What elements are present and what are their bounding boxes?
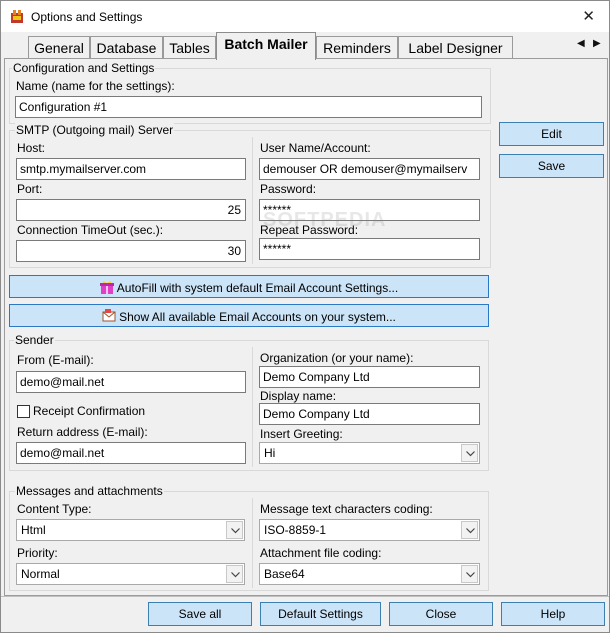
sender-group-title: Sender bbox=[14, 333, 55, 347]
return-address-label: Return address (E-mail): bbox=[17, 425, 148, 439]
smtp-column-divider bbox=[252, 137, 253, 264]
chevron-down-icon[interactable] bbox=[461, 444, 478, 462]
tab-scroll-left-icon[interactable]: ◀ bbox=[577, 38, 585, 49]
options-window: Options and Settings ✕ General Database … bbox=[0, 0, 610, 633]
show-accounts-button[interactable]: Show All available Email Accounts on you… bbox=[9, 304, 489, 327]
gift-icon bbox=[99, 281, 114, 294]
tab-bar: General Database Tables Batch Mailer Rem… bbox=[1, 32, 609, 60]
content-type-select[interactable]: Html bbox=[16, 519, 245, 541]
repeat-password-label: Repeat Password: bbox=[260, 223, 359, 237]
content-type-value: Html bbox=[21, 523, 46, 537]
text-coding-label: Message text characters coding: bbox=[260, 502, 433, 516]
tab-tables[interactable]: Tables bbox=[163, 36, 216, 59]
organization-input[interactable]: Demo Company Ltd bbox=[259, 366, 480, 388]
insert-greeting-label: Insert Greeting: bbox=[260, 427, 343, 441]
default-settings-button[interactable]: Default Settings bbox=[260, 602, 381, 626]
text-coding-value: ISO-8859-1 bbox=[264, 523, 327, 537]
priority-select[interactable]: Normal bbox=[16, 563, 245, 585]
repeat-password-input[interactable]: ****** bbox=[259, 238, 480, 260]
attachment-coding-select[interactable]: Base64 bbox=[259, 563, 480, 585]
title-bar: Options and Settings ✕ bbox=[1, 1, 609, 32]
autofill-button[interactable]: AutoFill with system default Email Accou… bbox=[9, 275, 489, 298]
tab-reminders[interactable]: Reminders bbox=[316, 36, 398, 59]
messages-group-title: Messages and attachments bbox=[15, 484, 164, 498]
chevron-down-icon[interactable] bbox=[226, 521, 243, 539]
help-button[interactable]: Help bbox=[501, 602, 605, 626]
port-input[interactable]: 25 bbox=[16, 199, 246, 221]
edit-button[interactable]: Edit bbox=[499, 122, 604, 146]
save-all-button[interactable]: Save all bbox=[148, 602, 252, 626]
configuration-group-title: Configuration and Settings bbox=[12, 61, 156, 75]
smtp-group-title: SMTP (Outgoing mail) Server bbox=[15, 123, 175, 137]
window-title: Options and Settings bbox=[31, 10, 143, 24]
insert-greeting-select[interactable]: Hi bbox=[259, 442, 480, 464]
config-name-label: Name (name for the settings): bbox=[16, 79, 175, 93]
organization-label: Organization (or your name): bbox=[260, 351, 414, 365]
priority-label: Priority: bbox=[17, 546, 58, 560]
chevron-down-icon[interactable] bbox=[226, 565, 243, 583]
timeout-input[interactable]: 30 bbox=[16, 240, 246, 262]
port-label: Port: bbox=[17, 182, 43, 196]
save-button[interactable]: Save bbox=[499, 154, 604, 178]
text-coding-select[interactable]: ISO-8859-1 bbox=[259, 519, 480, 541]
password-label: Password: bbox=[260, 182, 317, 196]
receipt-confirmation-label: Receipt Confirmation bbox=[33, 404, 146, 418]
from-label: From (E-mail): bbox=[17, 353, 94, 367]
close-window-icon[interactable]: ✕ bbox=[582, 7, 595, 25]
user-account-input[interactable]: demouser OR demouser@mymailserv bbox=[259, 158, 480, 180]
tab-general[interactable]: General bbox=[28, 36, 90, 59]
attachment-coding-label: Attachment file coding: bbox=[260, 546, 382, 560]
tab-batch-mailer[interactable]: Batch Mailer bbox=[216, 32, 316, 60]
timeout-label: Connection TimeOut (sec.): bbox=[17, 223, 164, 237]
tab-label-designer[interactable]: Label Designer bbox=[398, 36, 513, 59]
priority-value: Normal bbox=[21, 567, 60, 581]
config-name-input[interactable]: Configuration #1 bbox=[15, 96, 482, 118]
user-account-label: User Name/Account: bbox=[260, 141, 371, 155]
bottom-divider bbox=[1, 596, 609, 597]
password-input[interactable]: ****** bbox=[259, 199, 480, 221]
content-type-label: Content Type: bbox=[17, 502, 92, 516]
attachment-coding-value: Base64 bbox=[264, 567, 305, 581]
receipt-confirmation-checkbox[interactable] bbox=[17, 405, 30, 418]
envelope-icon bbox=[102, 309, 116, 322]
tab-database[interactable]: Database bbox=[90, 36, 163, 59]
close-button[interactable]: Close bbox=[389, 602, 493, 626]
host-input[interactable]: smtp.mymailserver.com bbox=[16, 158, 246, 180]
insert-greeting-value: Hi bbox=[264, 446, 276, 460]
display-name-label: Display name: bbox=[260, 389, 337, 403]
app-icon bbox=[11, 10, 23, 23]
host-label: Host: bbox=[17, 141, 46, 155]
sender-column-divider bbox=[252, 347, 253, 467]
messages-column-divider bbox=[252, 498, 253, 588]
autofill-button-label: AutoFill with system default Email Accou… bbox=[116, 281, 399, 295]
from-input[interactable]: demo@mail.net bbox=[16, 371, 246, 393]
tab-scroll-right-icon[interactable]: ▶ bbox=[593, 38, 601, 49]
return-address-input[interactable]: demo@mail.net bbox=[16, 442, 246, 464]
show-accounts-button-label: Show All available Email Accounts on you… bbox=[119, 310, 396, 324]
chevron-down-icon[interactable] bbox=[461, 565, 478, 583]
chevron-down-icon[interactable] bbox=[461, 521, 478, 539]
display-name-input[interactable]: Demo Company Ltd bbox=[259, 403, 480, 425]
